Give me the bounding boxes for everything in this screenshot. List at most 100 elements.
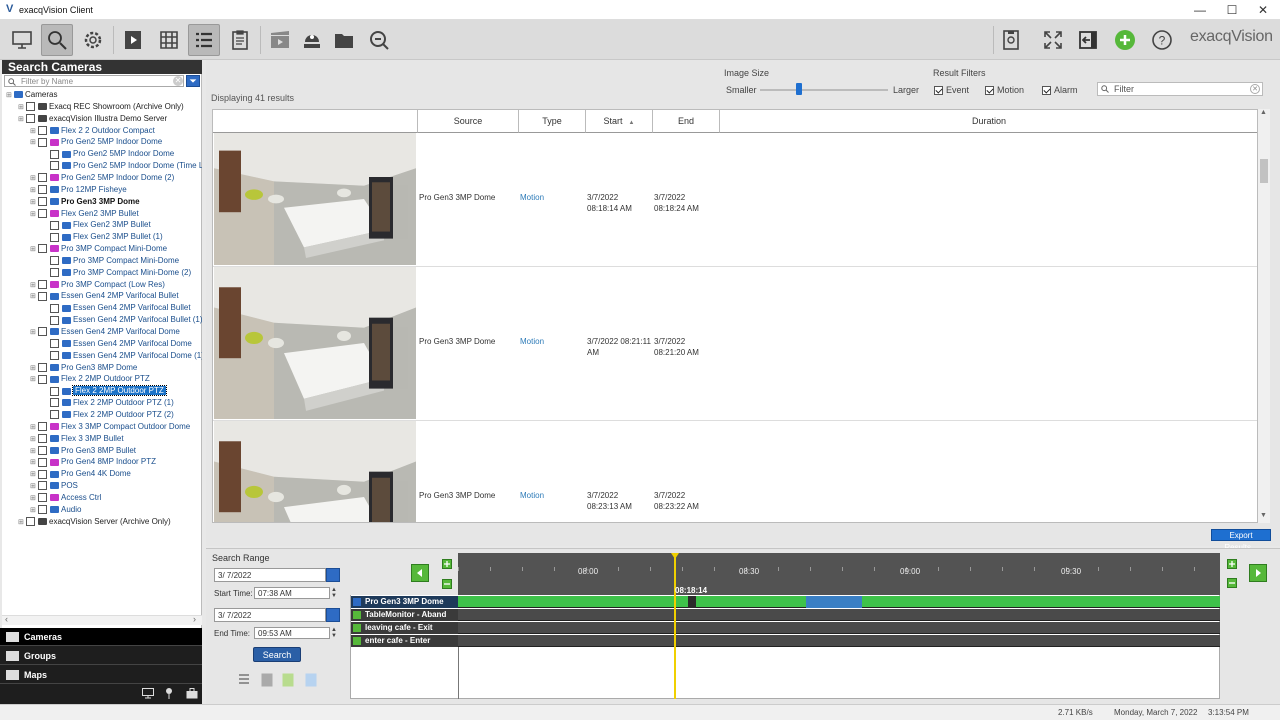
tree-checkbox[interactable]: [50, 398, 59, 408]
zoom-out-icon[interactable]: [442, 579, 452, 589]
filter-by-name-input[interactable]: Filter by Name: [4, 75, 184, 87]
minimize-button[interactable]: —: [1190, 2, 1210, 18]
expand-icon[interactable]: ⊞: [30, 374, 38, 386]
tree-item[interactable]: Essen Gen4 2MP Varifocal Dome: [42, 338, 192, 350]
timeline-track[interactable]: [458, 609, 1220, 621]
add-icon[interactable]: [1109, 24, 1141, 56]
tree-checkbox[interactable]: [26, 102, 35, 112]
tree-checkbox[interactable]: [38, 208, 47, 218]
result-thumbnail[interactable]: [214, 267, 416, 419]
tree-checkbox[interactable]: [38, 362, 47, 372]
tree-item[interactable]: ⊞ Pro Gen4 4K Dome: [30, 468, 131, 480]
tree-item[interactable]: ⊞ Essen Gen4 2MP Varifocal Bullet: [30, 290, 179, 302]
tree-item[interactable]: Pro Gen2 5MP Indoor Dome: [42, 148, 174, 160]
timeline-track-label[interactable]: TableMonitor - Aband: [351, 609, 458, 621]
tree-item[interactable]: ⊞ Pro Gen3 3MP Dome: [30, 196, 140, 208]
result-thumbnail[interactable]: [214, 133, 416, 265]
tree-item[interactable]: ⊞ Flex 3 3MP Bullet: [30, 433, 124, 445]
tree-checkbox[interactable]: [38, 185, 47, 195]
tree-item[interactable]: Pro 3MP Compact Mini-Dome: [42, 255, 179, 267]
tree-checkbox[interactable]: [50, 220, 59, 230]
timeline-track[interactable]: [458, 635, 1220, 647]
tree-item[interactable]: ⊞ Pro Gen2 5MP Indoor Dome: [30, 136, 162, 148]
monitor-icon[interactable]: [142, 688, 154, 699]
zoom-out-right-icon[interactable]: [1227, 578, 1237, 588]
tree-item[interactable]: ⊞ Pro Gen3 8MP Dome: [30, 362, 137, 374]
user-icon[interactable]: [296, 24, 328, 56]
tree-item[interactable]: ⊞ Pro Gen2 5MP Indoor Dome (2): [30, 172, 174, 184]
map-pin-icon[interactable]: [164, 687, 174, 700]
tree-item[interactable]: ⊞ Flex 2 2MP Outdoor PTZ: [30, 373, 150, 385]
tree-item[interactable]: ⊞ Audio: [30, 504, 81, 516]
search-button[interactable]: Search: [253, 647, 301, 662]
tree-item[interactable]: ⊞ exacqVision Illustra Demo Server: [18, 113, 167, 125]
timeline-back-button[interactable]: [411, 564, 429, 582]
tree-checkbox[interactable]: [38, 279, 47, 289]
filter-dropdown-button[interactable]: [186, 75, 200, 87]
tree-checkbox[interactable]: [38, 291, 47, 301]
image-size-slider-thumb[interactable]: [796, 83, 802, 95]
tree-checkbox[interactable]: [38, 457, 47, 467]
results-filter-input[interactable]: Filter: [1097, 82, 1263, 96]
expand-icon[interactable]: ⊞: [6, 90, 14, 102]
document-icon[interactable]: [305, 673, 317, 687]
tree-item[interactable]: ⊞ Pro 3MP Compact (Low Res): [30, 279, 165, 291]
tree-item[interactable]: ⊞ Essen Gen4 2MP Varifocal Dome: [30, 326, 180, 338]
tree-checkbox[interactable]: [50, 268, 59, 278]
start-calendar-icon[interactable]: [326, 568, 340, 582]
expand-icon[interactable]: ⊞: [18, 114, 26, 126]
column-header-end[interactable]: End: [653, 110, 720, 133]
tree-checkbox[interactable]: [26, 114, 35, 124]
end-date-field[interactable]: 3/ 7/2022: [214, 608, 326, 622]
list-icon[interactable]: [188, 24, 220, 56]
alarm-filter-checkbox[interactable]: Alarm: [1042, 85, 1078, 95]
tree-item[interactable]: ⊞ Flex 3 3MP Compact Outdoor Dome: [30, 421, 190, 433]
gear-icon[interactable]: [77, 24, 109, 56]
timeline-track-label[interactable]: leaving cafe - Exit: [351, 622, 458, 634]
tree-checkbox[interactable]: [50, 339, 59, 349]
scroll-down-icon[interactable]: ▼: [1260, 512, 1267, 519]
briefcase-icon[interactable]: [186, 688, 198, 699]
notes-icon[interactable]: [282, 673, 294, 687]
save-icon[interactable]: [261, 673, 273, 687]
timeline-ruler[interactable]: 08:00 08:30 09:00 09:30: [458, 553, 1220, 595]
nav-item-groups[interactable]: Groups: [0, 647, 202, 665]
tree-item[interactable]: Flex Gen2 3MP Bullet (1): [42, 231, 163, 243]
tree-checkbox[interactable]: [38, 327, 47, 337]
tree-checkbox[interactable]: [38, 244, 47, 254]
scrollbar-thumb[interactable]: [1260, 159, 1268, 183]
grid-icon[interactable]: [153, 24, 185, 56]
export-clip-icon[interactable]: [264, 24, 296, 56]
timeline-track-label[interactable]: enter cafe - Enter: [351, 635, 458, 647]
tree-item[interactable]: ⊞ Pro 12MP Fisheye: [30, 184, 127, 196]
tree-item[interactable]: ⊞ Cameras: [6, 89, 57, 101]
result-row[interactable]: Pro Gen3 3MP Dome Motion 3/7/2022 08:23:13…: [213, 421, 1257, 522]
timeline-track-label[interactable]: Pro Gen3 3MP Dome: [351, 596, 458, 608]
tree-checkbox[interactable]: [38, 173, 47, 183]
tree-checkbox[interactable]: [38, 374, 47, 384]
folder-icon[interactable]: [328, 24, 360, 56]
tree-item[interactable]: ⊞ exacqVision Server (Archive Only): [18, 516, 171, 528]
help-icon[interactable]: ?: [1146, 24, 1178, 56]
export-results-button[interactable]: Export Results...: [1211, 529, 1271, 552]
tree-item[interactable]: ⊞ POS: [30, 480, 78, 492]
tree-item[interactable]: ⊞ Exacq REC Showroom (Archive Only): [18, 101, 184, 113]
expand-icon[interactable]: ⊞: [30, 137, 38, 149]
expand-icon[interactable]: ⊞: [18, 517, 26, 529]
image-size-slider[interactable]: [760, 89, 888, 91]
tree-item[interactable]: Essen Gen4 2MP Varifocal Dome (1): [42, 350, 202, 362]
tree-checkbox[interactable]: [38, 197, 47, 207]
scroll-right-icon[interactable]: ›: [193, 614, 196, 624]
tree-item[interactable]: ⊞ Pro Gen3 8MP Bullet: [30, 445, 136, 457]
tree-checkbox[interactable]: [50, 232, 59, 242]
tree-checkbox[interactable]: [38, 469, 47, 479]
expand-icon[interactable]: ⊞: [30, 209, 38, 221]
event-filter-checkbox[interactable]: Event: [934, 85, 969, 95]
column-header-duration[interactable]: Duration: [720, 110, 1257, 133]
tree-item[interactable]: Essen Gen4 2MP Varifocal Bullet: [42, 302, 191, 314]
memory-icon[interactable]: [995, 24, 1027, 56]
tree-checkbox[interactable]: [38, 481, 47, 491]
tree-checkbox[interactable]: [26, 516, 35, 526]
tree-item[interactable]: Flex 2 2MP Outdoor PTZ (1): [42, 397, 174, 409]
close-button[interactable]: ✕: [1253, 2, 1273, 18]
